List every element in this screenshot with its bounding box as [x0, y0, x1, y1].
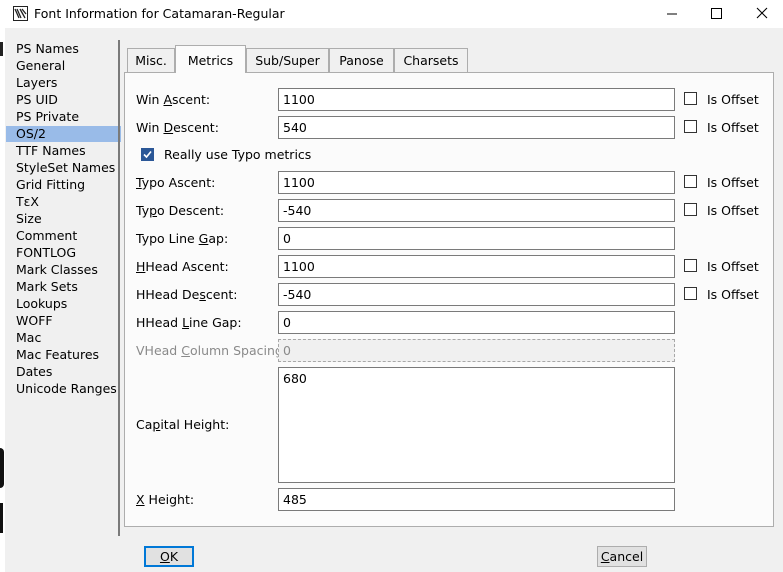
- close-button[interactable]: [739, 0, 783, 28]
- tab-metrics[interactable]: Metrics: [175, 45, 246, 73]
- minimize-icon: [667, 13, 677, 15]
- category-dates[interactable]: Dates: [6, 364, 121, 380]
- win-descent-offset-label: Is Offset: [707, 120, 759, 135]
- category-grid-fitting[interactable]: Grid Fitting: [6, 177, 121, 193]
- really-use-typo-checkbox[interactable]: [141, 148, 154, 161]
- hhead-descent-field[interactable]: -540: [278, 283, 675, 306]
- typo-descent-offset-checkbox[interactable]: [684, 203, 697, 216]
- tab-panose[interactable]: Panose: [329, 48, 394, 72]
- hhead-ascent-label: HHead Ascent:: [136, 259, 229, 274]
- typo-line-gap-field[interactable]: 0: [278, 227, 675, 250]
- win-ascent-label: Win Ascent:: [136, 92, 211, 107]
- maximize-button[interactable]: [694, 0, 738, 28]
- hhead-line-gap-label: HHead Line Gap:: [136, 315, 242, 330]
- hhead-descent-offset-label: Is Offset: [707, 287, 759, 302]
- win-descent-field[interactable]: 540: [278, 116, 675, 139]
- tab-charsets[interactable]: Charsets: [394, 48, 468, 72]
- capital-height-field[interactable]: 680: [278, 367, 675, 483]
- hhead-ascent-offset-label: Is Offset: [707, 259, 759, 274]
- category-general[interactable]: General: [6, 58, 121, 74]
- capital-height-label: Capital Height:: [136, 417, 230, 432]
- tab-misc[interactable]: Misc.: [127, 48, 175, 72]
- category-woff[interactable]: WOFF: [6, 313, 121, 329]
- tab-sub-super[interactable]: Sub/Super: [246, 48, 329, 72]
- typo-ascent-offset-label: Is Offset: [707, 175, 759, 190]
- category-ttf-names[interactable]: TTF Names: [6, 143, 121, 159]
- category-styleset-names[interactable]: StyleSet Names: [6, 160, 121, 176]
- category-unicode-ranges[interactable]: Unicode Ranges: [6, 381, 121, 397]
- category-tex[interactable]: TεX: [6, 194, 121, 210]
- hhead-line-gap-field[interactable]: 0: [278, 311, 675, 334]
- vhead-column-spacing-label: VHead Column Spacing:: [136, 343, 288, 358]
- minimize-button[interactable]: [650, 0, 694, 28]
- really-use-typo-label: Really use Typo metrics: [164, 147, 312, 162]
- typo-descent-field[interactable]: -540: [278, 199, 675, 222]
- category-fontlog[interactable]: FONTLOG: [6, 245, 121, 261]
- vhead-column-spacing-field: 0: [278, 339, 675, 362]
- title-bar: Font Information for Catamaran-Regular: [0, 0, 783, 28]
- category-mark-sets[interactable]: Mark Sets: [6, 279, 121, 295]
- x-height-field[interactable]: 485: [278, 488, 675, 511]
- win-ascent-offset-checkbox[interactable]: [684, 92, 697, 105]
- hhead-descent-label: HHead Descent:: [136, 287, 238, 302]
- category-mark-classes[interactable]: Mark Classes: [6, 262, 121, 278]
- x-height-label: X Height:: [136, 492, 195, 507]
- category-list: PS Names General Layers PS UID PS Privat…: [6, 40, 121, 540]
- win-ascent-field[interactable]: 1100: [278, 88, 675, 111]
- category-ps-names[interactable]: PS Names: [6, 41, 121, 57]
- category-size[interactable]: Size: [6, 211, 121, 227]
- hhead-ascent-field[interactable]: 1100: [278, 255, 675, 278]
- win-descent-label: Win Descent:: [136, 120, 219, 135]
- typo-descent-label: Typo Descent:: [136, 203, 225, 218]
- typo-ascent-offset-checkbox[interactable]: [684, 175, 697, 188]
- typo-descent-offset-label: Is Offset: [707, 203, 759, 218]
- typo-ascent-label: Typo Ascent:: [136, 175, 216, 190]
- close-icon: [756, 7, 768, 19]
- window-title: Font Information for Catamaran-Regular: [34, 6, 285, 21]
- category-mac-features[interactable]: Mac Features: [6, 347, 121, 363]
- category-ps-private[interactable]: PS Private: [6, 109, 121, 125]
- category-mac[interactable]: Mac: [6, 330, 121, 346]
- background-window-edge: [0, 28, 5, 572]
- category-lookups[interactable]: Lookups: [6, 296, 121, 312]
- hhead-descent-offset-checkbox[interactable]: [684, 287, 697, 300]
- sidebar-divider[interactable]: [118, 40, 120, 536]
- cancel-button[interactable]: Cancel: [597, 546, 647, 567]
- app-icon: [13, 6, 28, 21]
- win-descent-offset-checkbox[interactable]: [684, 120, 697, 133]
- category-ps-uid[interactable]: PS UID: [6, 92, 121, 108]
- win-ascent-offset-label: Is Offset: [707, 92, 759, 107]
- category-layers[interactable]: Layers: [6, 75, 121, 91]
- checkmark-icon: [143, 150, 152, 159]
- maximize-icon: [711, 8, 722, 19]
- typo-ascent-field[interactable]: 1100: [278, 171, 675, 194]
- category-os2[interactable]: OS/2: [6, 126, 121, 142]
- typo-line-gap-label: Typo Line Gap:: [136, 231, 229, 246]
- category-comment[interactable]: Comment: [6, 228, 121, 244]
- hhead-ascent-offset-checkbox[interactable]: [684, 259, 697, 272]
- ok-button[interactable]: OK: [144, 546, 194, 567]
